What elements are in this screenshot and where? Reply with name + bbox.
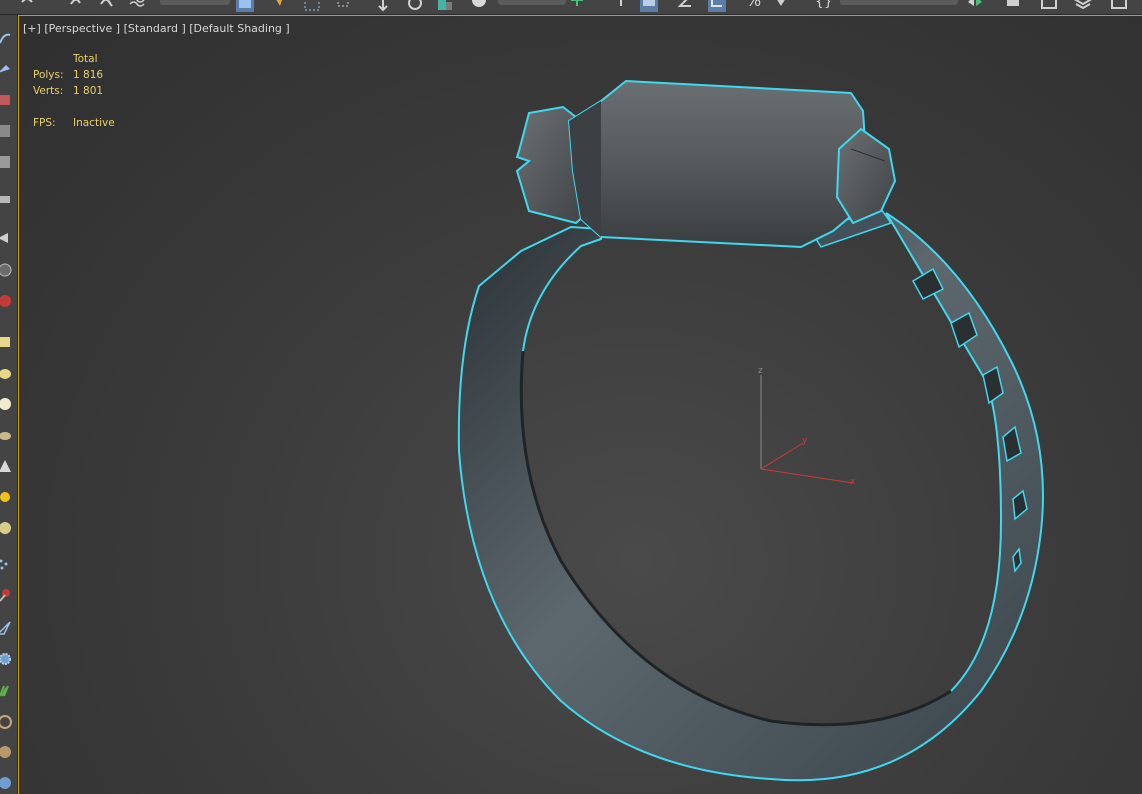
layer-explorer-icon[interactable] [1040,0,1058,12]
image-icon[interactable] [0,92,12,108]
shell-alt-icon[interactable] [0,744,12,760]
use-pivot-center-icon[interactable] [568,0,586,12]
select-and-scale-icon[interactable] [436,0,454,12]
teapot-icon[interactable] [0,427,12,443]
helper-icon[interactable] [0,587,12,603]
angle-snap-icon[interactable] [708,0,726,12]
material-icon[interactable] [0,293,12,309]
gear-icon[interactable] [0,651,12,667]
plant-icon[interactable] [0,682,12,698]
axis-tripod-gizmo: z y x [758,366,856,487]
curve-editor-icon[interactable] [1110,0,1128,12]
toggle-ribbon-icon[interactable] [1074,0,1092,12]
film-strip-icon[interactable] [0,123,12,139]
bind-space-warp-icon[interactable] [128,0,146,12]
percent-snap-icon[interactable]: % [744,0,762,12]
box-icon[interactable] [0,334,12,350]
space-warp-icon[interactable] [0,620,12,636]
select-by-name-icon[interactable] [270,0,288,12]
align-icon[interactable] [1004,0,1022,12]
perspective-viewport[interactable]: [+] [Perspective ] [Standard ] [Default … [18,15,1142,794]
keyboard-icon[interactable] [0,191,12,207]
pin-icon[interactable] [0,230,12,246]
scene-canvas[interactable]: z y x [19,16,1142,794]
paint-selection-icon[interactable] [0,31,12,47]
particles-icon[interactable] [0,556,12,572]
mirror-icon[interactable] [966,0,984,12]
selection-filter-dropdown[interactable] [160,0,230,5]
select-and-rotate-icon[interactable] [406,0,424,12]
spinner-snap-icon[interactable] [772,0,790,12]
select-and-manipulate-icon[interactable] [612,0,630,12]
snap-toggle-icon[interactable] [676,0,694,12]
keyboard-shortcut-override-icon[interactable] [640,0,658,12]
brush-icon[interactable] [0,61,12,77]
unlink-icon[interactable] [98,0,116,12]
select-object-icon[interactable] [236,0,254,12]
torus-icon[interactable] [0,396,12,412]
left-command-toolbar [0,15,18,794]
cylinder-icon[interactable] [0,365,12,381]
select-and-move-icon[interactable] [374,0,392,12]
undo-icon[interactable] [18,0,36,12]
svg-text:{}: {} [815,0,830,10]
named-selection-dropdown[interactable] [840,0,958,5]
svg-text:%: % [746,0,761,10]
window-crossing-icon[interactable] [334,0,352,12]
reference-coordinate-icon[interactable] [470,0,488,12]
reference-coordinate-dropdown[interactable] [498,0,566,5]
clamp-screw-housing[interactable] [515,79,897,249]
z-axis-label: z [758,366,763,376]
link-icon[interactable] [68,0,86,12]
x-axis-label: x [850,477,856,487]
shell-icon[interactable] [0,713,12,729]
cone-icon[interactable] [0,458,12,474]
globe-icon[interactable] [0,775,12,791]
grid-icon[interactable] [0,154,12,170]
y-axis-label: y [802,436,808,446]
light-icon[interactable] [0,489,12,505]
clamp-band[interactable] [457,212,1044,782]
main-toolbar: % {} [0,0,1142,15]
named-selection-icon[interactable]: {} [812,0,830,12]
sphere-icon[interactable] [0,262,12,278]
rectangular-selection-icon[interactable] [303,0,321,12]
camera-icon[interactable] [0,520,12,536]
